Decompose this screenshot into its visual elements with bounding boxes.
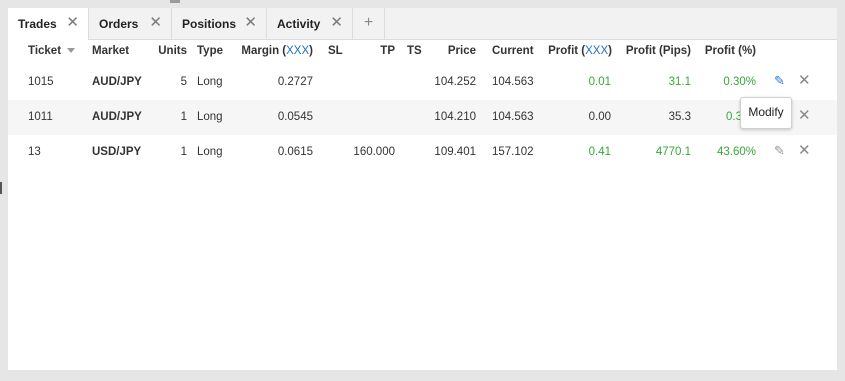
tab-positions-label: Positions bbox=[182, 17, 237, 31]
cell-units: 1 bbox=[180, 146, 187, 158]
header-profit-label: Profit ( bbox=[548, 45, 586, 57]
cell-profit-pips: 4770.1 bbox=[655, 146, 691, 158]
header-ts[interactable]: TS bbox=[407, 45, 422, 57]
tab-trades[interactable]: Trades ✕ bbox=[8, 8, 89, 40]
modify-tooltip: Modify bbox=[740, 97, 792, 129]
cell-ticket: 1015 bbox=[28, 76, 54, 88]
pencil-icon[interactable]: ✎ bbox=[774, 143, 785, 159]
close-icon[interactable]: ✕ bbox=[66, 14, 79, 32]
header-market[interactable]: Market bbox=[92, 45, 129, 57]
cell-current: 104.563 bbox=[492, 111, 534, 123]
cell-price: 109.401 bbox=[434, 146, 476, 158]
tab-bar: Trades ✕ Orders ✕ Positions ✕ Activity ✕… bbox=[8, 8, 837, 40]
cell-profit-pct: 0.30% bbox=[723, 76, 756, 88]
cell-market: USD/JPY bbox=[92, 146, 142, 158]
cell-units: 5 bbox=[180, 76, 187, 88]
cell-type: Long bbox=[197, 76, 223, 88]
header-tp[interactable]: TP bbox=[358, 45, 395, 57]
tab-activity[interactable]: Activity ✕ bbox=[267, 8, 353, 39]
header-current[interactable]: Current bbox=[492, 45, 534, 57]
header-margin-label: Margin ( bbox=[241, 45, 287, 57]
cell-margin: 0.2727 bbox=[277, 76, 313, 88]
cell-units: 1 bbox=[180, 111, 187, 123]
header-type[interactable]: Type bbox=[197, 45, 223, 57]
cell-profit-pct: 43.60% bbox=[716, 146, 756, 158]
cell-margin: 0.0545 bbox=[277, 111, 313, 123]
cell-profit-pips: 35.3 bbox=[668, 111, 691, 123]
header-ticket[interactable]: Ticket bbox=[28, 45, 76, 57]
sort-down-icon[interactable] bbox=[67, 48, 76, 54]
cell-profit-pips: 31.1 bbox=[668, 76, 691, 88]
cell-type: Long bbox=[197, 111, 223, 123]
tab-activity-label: Activity bbox=[277, 17, 321, 31]
close-icon[interactable]: ✕ bbox=[798, 71, 811, 89]
header-sl[interactable]: SL bbox=[328, 45, 343, 57]
header-units[interactable]: Units bbox=[148, 45, 187, 57]
window-edge-marker bbox=[170, 0, 180, 3]
table-row[interactable]: 13 USD/JPY 1 Long 0.0615 160.000 109.401… bbox=[8, 135, 837, 170]
header-margin[interactable]: Margin (XXX) bbox=[230, 45, 313, 57]
table-row[interactable]: 1015 AUD/JPY 5 Long 0.2727 104.252 104.5… bbox=[8, 65, 837, 100]
cell-current: 157.102 bbox=[492, 146, 534, 158]
cell-market: AUD/JPY bbox=[92, 111, 142, 123]
trades-panel: Trades ✕ Orders ✕ Positions ✕ Activity ✕… bbox=[8, 8, 837, 370]
resize-handle[interactable] bbox=[0, 182, 2, 194]
profit-currency-label: XXX bbox=[585, 45, 609, 57]
cell-profit: 0.00 bbox=[588, 111, 611, 123]
cell-price: 104.252 bbox=[434, 76, 476, 88]
close-icon[interactable]: ✕ bbox=[149, 14, 162, 32]
cell-tp: 160.000 bbox=[353, 146, 395, 158]
close-icon[interactable]: ✕ bbox=[798, 106, 811, 124]
header-profit[interactable]: Profit (XXX) bbox=[538, 45, 612, 57]
close-icon[interactable]: ✕ bbox=[330, 14, 343, 32]
tab-orders[interactable]: Orders ✕ bbox=[89, 8, 172, 39]
cell-profit: 0.41 bbox=[588, 146, 611, 158]
header-margin-end: ) bbox=[309, 45, 313, 57]
margin-currency-label: XXX bbox=[286, 45, 310, 57]
tab-trades-label: Trades bbox=[18, 17, 57, 31]
header-price[interactable]: Price bbox=[428, 45, 476, 57]
cell-margin: 0.0615 bbox=[277, 146, 313, 158]
header-profit-pct[interactable]: Profit (%) bbox=[691, 45, 756, 57]
cell-ticket: 13 bbox=[28, 146, 41, 158]
cell-market: AUD/JPY bbox=[92, 76, 142, 88]
close-icon[interactable]: ✕ bbox=[244, 14, 257, 32]
cell-current: 104.563 bbox=[492, 76, 534, 88]
close-icon[interactable]: ✕ bbox=[798, 141, 811, 159]
header-profit-pips[interactable]: Profit (Pips) bbox=[612, 45, 691, 57]
header-ticket-label: Ticket bbox=[28, 45, 62, 57]
cell-price: 104.210 bbox=[434, 111, 476, 123]
cell-ticket: 1011 bbox=[28, 111, 53, 123]
add-tab-button[interactable]: + bbox=[353, 8, 385, 39]
table-row[interactable]: 1011 AUD/JPY 1 Long 0.0545 104.210 104.5… bbox=[8, 100, 837, 135]
cell-profit: 0.01 bbox=[588, 76, 611, 88]
pencil-icon[interactable]: ✎ bbox=[774, 73, 785, 89]
tab-positions[interactable]: Positions ✕ bbox=[172, 8, 267, 39]
cell-type: Long bbox=[197, 146, 223, 158]
tab-orders-label: Orders bbox=[99, 17, 139, 31]
